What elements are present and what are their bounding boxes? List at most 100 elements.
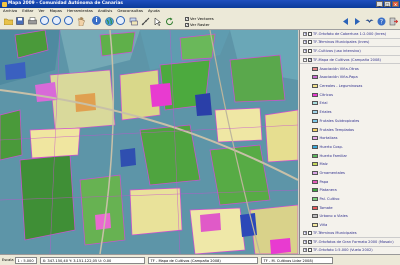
- layer-checkbox[interactable]: [308, 31, 312, 36]
- expand-icon[interactable]: +: [303, 31, 307, 36]
- legend-item: Urbano o Viales: [300, 212, 400, 221]
- scale-select[interactable]: 1 : 5.000: [14, 256, 37, 264]
- legend-item: Papa: [300, 177, 400, 186]
- layer-group-terminos-bottom[interactable]: + TF-Términos Municipales: [300, 229, 400, 239]
- layer-group-mosaic[interactable]: + ✓ TF-Ortofotos de Gran Formato 2000 (M…: [300, 238, 400, 247]
- save-icon[interactable]: [15, 16, 25, 26]
- open-icon[interactable]: [3, 16, 13, 26]
- expand-icon[interactable]: +: [303, 231, 307, 236]
- main-layer-label: TF-Mapa de Cultivos (Campaña 2008): [313, 57, 381, 62]
- layer-group-label: TF-Términos Municipales: [313, 231, 357, 236]
- raster-toggle[interactable]: ✓ Ver Raster: [185, 22, 210, 27]
- orthophoto-map[interactable]: [0, 30, 298, 254]
- layer-group-label: TF-Ortofoto de Cobertura 1:2.000 (Inres): [313, 31, 387, 36]
- legend-swatch: [312, 179, 318, 184]
- raster-label: Ver Raster: [190, 22, 210, 27]
- layer-checkbox[interactable]: [308, 231, 312, 236]
- layer-checkbox[interactable]: ✓: [308, 57, 312, 62]
- layers-icon[interactable]: [128, 16, 138, 26]
- select-icon[interactable]: [152, 16, 162, 26]
- legend-item: Hortalizas: [300, 134, 400, 143]
- legend-swatch: [312, 153, 318, 158]
- zoom-in-icon[interactable]: [40, 16, 49, 25]
- legend-item: Maíz: [300, 160, 400, 169]
- scale-label: Escala: [2, 258, 14, 262]
- pan-hand-icon[interactable]: [76, 16, 86, 26]
- legend-label: Cítricos: [319, 92, 333, 97]
- vectors-toggle[interactable]: ✓ Ver Vectores: [185, 16, 214, 21]
- coordinates-readout: X: 347.150,40 Y: 3.151.122,05 U: 0.00: [39, 256, 145, 264]
- legend-item: Viña: [300, 221, 400, 230]
- legend-item: Cereales - Leguminosas: [300, 82, 400, 91]
- legend-item: Eriales: [300, 108, 400, 117]
- legend-item: Huerto Familiar: [300, 151, 400, 160]
- maximize-button[interactable]: □: [384, 1, 391, 7]
- vectors-checkbox[interactable]: ✓: [185, 16, 189, 21]
- expand-icon[interactable]: +: [303, 48, 307, 53]
- search-icon[interactable]: [116, 16, 125, 25]
- window-controls: _ □ ×: [376, 1, 399, 7]
- legend-item: Asociación Viña-Otros: [300, 64, 400, 73]
- map-canvas[interactable]: [0, 30, 298, 254]
- extra-readout: TF - M. Cultivos Lidar 2008): [260, 256, 333, 264]
- legend-swatch: [312, 66, 318, 71]
- expand-icon[interactable]: +: [303, 248, 307, 253]
- previous-view-icon[interactable]: [340, 16, 350, 26]
- legend-item: Tomate: [300, 203, 400, 212]
- legend-label: Huerto Cosp.: [319, 144, 343, 149]
- legend-label: Viña: [319, 223, 328, 228]
- legend-swatch: [312, 214, 318, 219]
- next-view-icon[interactable]: [352, 16, 362, 26]
- scale-control: Escala 1 : 5.000: [2, 256, 37, 264]
- legend-swatch: [312, 118, 318, 123]
- legend-label: Platanera: [319, 188, 337, 193]
- exit-icon[interactable]: [388, 16, 398, 26]
- refresh-icon[interactable]: [164, 16, 174, 26]
- legend-label: Asociación Viña-Papa: [319, 75, 358, 80]
- layer-checkbox[interactable]: [308, 48, 312, 53]
- layer-checkbox[interactable]: [308, 40, 312, 45]
- info-icon[interactable]: i: [92, 16, 101, 25]
- window-title: Mapa 2009 - Comunidad Autónoma de Canari…: [8, 1, 123, 6]
- close-button[interactable]: ×: [392, 1, 399, 7]
- legend-label: Maíz: [319, 162, 328, 167]
- collapse-icon[interactable]: −: [303, 57, 307, 62]
- expand-icon[interactable]: +: [303, 239, 307, 244]
- layer-checkbox[interactable]: ✓: [308, 239, 312, 244]
- minimize-button[interactable]: _: [376, 1, 383, 7]
- legend-item: Ornamentales: [300, 169, 400, 178]
- legend-swatch: [312, 101, 318, 106]
- app-icon: [2, 1, 7, 7]
- layers-panel: + TF-Ortofoto de Cobertura 1:2.000 (Inre…: [299, 30, 400, 256]
- legend-label: Ornamentales: [319, 170, 345, 175]
- expand-icon[interactable]: +: [303, 40, 307, 45]
- legend-swatch: [312, 162, 318, 167]
- layer-checkbox[interactable]: [308, 248, 312, 253]
- globe-icon[interactable]: [104, 16, 114, 26]
- legend-label: Tomate: [319, 205, 333, 210]
- legend-swatch: [312, 110, 318, 115]
- legend-item: Huerto Cosp.: [300, 143, 400, 152]
- legend-swatch: [312, 144, 318, 149]
- legend-label: Huerto Familiar: [319, 153, 348, 158]
- legend-label: Asociación Viña-Otros: [319, 66, 359, 71]
- legend-swatch: [312, 170, 318, 175]
- measure-icon[interactable]: [140, 16, 150, 26]
- legend-item: Erial: [300, 99, 400, 108]
- bird-icon[interactable]: [364, 16, 374, 26]
- help-icon[interactable]: ?: [376, 16, 386, 26]
- zoom-out-icon[interactable]: [52, 16, 61, 25]
- layer-group-terminos[interactable]: + TF-Términos Municipales (Inres): [300, 39, 400, 48]
- legend-item: Cítricos: [300, 90, 400, 99]
- layer-group-label: TF-Ortofoto 1:5.000 (Vuelo 2002): [313, 248, 373, 253]
- zoom-window-icon[interactable]: [64, 16, 73, 25]
- legend-label: Pal. Cultivo: [319, 197, 340, 202]
- layer-group-cultivos[interactable]: + TF-Cultivos (uso intensivo): [300, 47, 400, 56]
- raster-checkbox[interactable]: ✓: [185, 22, 189, 27]
- legend-label: Erial: [319, 101, 328, 106]
- legend-swatch: [312, 188, 318, 193]
- layer-group-ortofoto[interactable]: + TF-Ortofoto de Cobertura 1:2.000 (Inre…: [300, 30, 400, 39]
- print-icon[interactable]: [27, 16, 37, 26]
- main-layer[interactable]: − ✓ TF-Mapa de Cultivos (Campaña 2008): [300, 56, 400, 65]
- layer-group-label: TF-Ortofotos de Gran Formato 2000 (Mosai…: [313, 239, 394, 244]
